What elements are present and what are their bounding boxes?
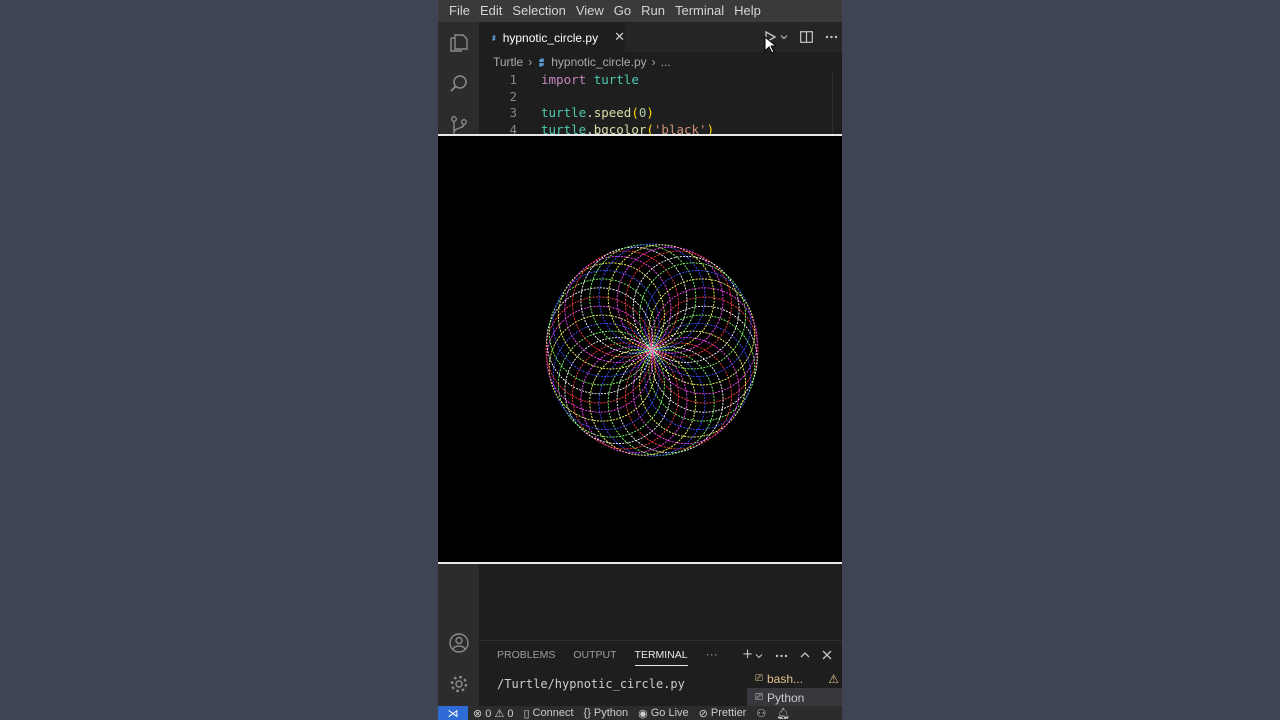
python-file-icon	[492, 34, 496, 41]
code-text: turtle.bgcolor('black')	[541, 121, 715, 135]
hypnotic-circle-drawing	[545, 243, 759, 457]
panel-tabs: PROBLEMS OUTPUT TERMINAL ···	[497, 647, 718, 666]
go-live-button[interactable]: ◉ Go Live	[633, 707, 694, 720]
line-number: 4	[509, 121, 517, 135]
menu-bar: File Edit Selection View Go Run Terminal…	[438, 0, 842, 22]
menu-help[interactable]: Help	[729, 0, 766, 22]
breadcrumb-file[interactable]: hypnotic_circle.py	[551, 55, 646, 69]
python-label: Python	[593, 707, 629, 719]
more-actions-icon[interactable]	[825, 35, 838, 39]
terminal-output[interactable]: /Turtle/hypnotic_circle.py	[497, 677, 685, 691]
python-file-icon	[539, 57, 544, 67]
code-text: import turtle	[541, 72, 639, 87]
warning-icon: ⚠	[828, 671, 839, 686]
breadcrumb-folder[interactable]: Turtle	[493, 55, 523, 69]
tab-hypnotic-circle[interactable]: hypnotic_circle.py ✕	[479, 22, 625, 52]
panel-actions: +	[742, 647, 832, 662]
split-editor-icon[interactable]	[800, 31, 813, 43]
code-line[interactable]: 3 turtle.speed(0)	[479, 105, 842, 121]
menu-file[interactable]: File	[444, 0, 475, 22]
code-line[interactable]: 4 turtle.bgcolor('black')	[479, 122, 842, 135]
menu-selection[interactable]: Selection	[507, 0, 570, 22]
problems-count[interactable]: ⊗ 0 ⚠ 0	[468, 707, 518, 720]
broadcast-icon: ◉	[638, 707, 648, 720]
chevron-down-icon[interactable]	[755, 652, 763, 660]
turtle-graphics-window	[438, 134, 842, 564]
code-text: turtle.speed(0)	[541, 105, 654, 120]
chevron-right-icon: ›	[651, 55, 656, 69]
menu-go[interactable]: Go	[609, 0, 636, 22]
activity-bar	[438, 22, 479, 134]
terminal-item-bash[interactable]: ⎚ bash... ⚠	[747, 669, 842, 688]
terminal-label: bash...	[767, 671, 804, 686]
gear-icon[interactable]	[448, 673, 470, 695]
status-bar: ⋊ ⊗ 0 ⚠ 0 ▯ Connect {} Python ◉ Go Live ⊘ Pr…	[438, 706, 842, 720]
vscode-window: File Edit Selection View Go Run Terminal…	[438, 0, 842, 720]
line-number: 3	[509, 105, 517, 120]
braces-icon: {}	[583, 707, 591, 719]
prettier-status[interactable]: ⊘ Prettier	[694, 707, 752, 720]
connect-label: Connect	[532, 707, 574, 719]
terminal-icon: ⎚	[755, 673, 763, 684]
editor-area[interactable]	[479, 564, 842, 640]
more-actions-icon[interactable]	[775, 654, 788, 658]
source-control-icon[interactable]	[448, 114, 470, 136]
bottom-panel: PROBLEMS OUTPUT TERMINAL ··· + /Turtle/h…	[479, 640, 842, 707]
search-icon[interactable]	[448, 73, 470, 95]
tab-problems[interactable]: PROBLEMS	[497, 649, 555, 666]
terminal-label: Python	[767, 690, 805, 705]
explorer-icon[interactable]	[448, 32, 470, 54]
menu-view[interactable]: View	[571, 0, 609, 22]
breadcrumb: Turtle › hypnotic_circle.py › ...	[479, 52, 842, 72]
tab-close-icon[interactable]: ✕	[614, 30, 625, 45]
remote-indicator[interactable]: ⋊	[438, 706, 468, 720]
line-number: 1	[509, 72, 517, 87]
code-editor[interactable]: 1 import turtle 2 3 turtle.speed(0) 4 turtle.b…	[479, 72, 842, 134]
breadcrumb-more[interactable]: ...	[661, 55, 671, 69]
new-terminal-icon[interactable]: +	[742, 647, 753, 662]
account-icon[interactable]	[448, 632, 470, 654]
tab-label: hypnotic_circle.py	[502, 30, 599, 45]
code-line[interactable]: 2	[479, 89, 842, 105]
activity-bar-bottom	[438, 564, 479, 706]
line-number: 2	[509, 88, 517, 104]
close-icon[interactable]	[822, 650, 832, 660]
python-status[interactable]: {} Python	[579, 707, 634, 719]
code-line[interactable]: 1 import turtle	[479, 72, 842, 88]
editor-scrollbar[interactable]	[832, 72, 842, 134]
editor-tab-bar: hypnotic_circle.py ✕	[479, 22, 842, 52]
terminal-icon: ⎚	[755, 692, 763, 703]
tab-terminal[interactable]: TERMINAL	[634, 649, 688, 666]
feedback-icon[interactable]: ⚇	[751, 707, 771, 720]
connect-status[interactable]: ▯ Connect	[518, 707, 578, 720]
chevron-up-icon[interactable]	[800, 650, 810, 660]
menu-run[interactable]: Run	[636, 0, 670, 22]
panel-more-tabs[interactable]: ···	[706, 647, 718, 666]
menu-terminal[interactable]: Terminal	[670, 0, 729, 22]
terminal-item-python[interactable]: ⎚ Python	[747, 688, 842, 707]
prettier-label: Prettier	[710, 707, 747, 719]
tab-output[interactable]: OUTPUT	[573, 649, 616, 666]
prettier-icon: ⊘	[698, 707, 708, 720]
go-live-label: Go Live	[650, 707, 689, 719]
terminal-list: ⎚ bash... ⚠ ⎚ Python	[747, 669, 842, 707]
menu-edit[interactable]: Edit	[475, 0, 507, 22]
mouse-cursor-icon	[764, 36, 776, 54]
turtle-circle	[644, 270, 752, 377]
plug-icon: ▯	[523, 707, 530, 720]
bell-icon[interactable]: 🔔︎	[771, 707, 795, 720]
chevron-right-icon: ›	[528, 55, 533, 69]
chevron-down-icon[interactable]	[780, 33, 788, 41]
